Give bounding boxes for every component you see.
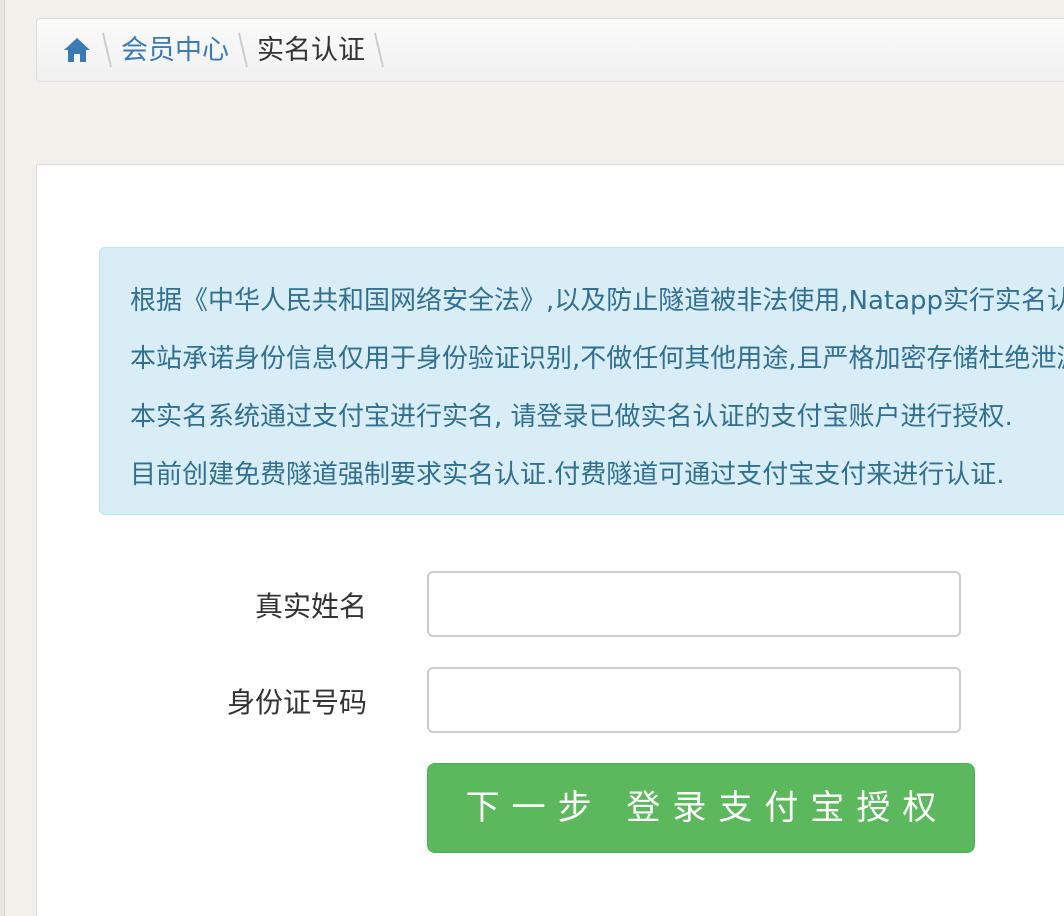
alert-line: 本实名系统通过支付宝进行实名, 请登录已做实名认证的支付宝账户进行授权.: [130, 402, 1013, 432]
breadcrumb-real-name-auth: 实名认证: [257, 34, 365, 66]
real-name-label: 真实姓名: [254, 590, 367, 623]
alert-line: 本站承诺身份信息仅用于身份验证识别,不做任何其他用途,且严格加密存储杜绝泄漏风险…: [130, 344, 1064, 374]
alipay-auth-button[interactable]: 下一步 登录支付宝授权: [427, 763, 975, 853]
breadcrumb-member-center[interactable]: 会员中心: [121, 37, 229, 64]
id-number-input[interactable]: [427, 667, 961, 733]
alert-line: 根据《中华人民共和国网络安全法》,以及防止隧道被非法使用,Natapp实行实名认…: [130, 286, 1064, 316]
content-panel: 根据《中华人民共和国网络安全法》,以及防止隧道被非法使用,Natapp实行实名认…: [36, 164, 1064, 916]
home-icon[interactable]: [61, 34, 93, 66]
real-name-input[interactable]: [427, 571, 961, 637]
breadcrumb: 会员中心 实名认证: [36, 18, 1064, 82]
alert-line: 目前创建免费隧道强制要求实名认证.付费隧道可通过支付宝支付来进行认证.: [130, 460, 1005, 490]
window-edge: [0, 0, 5, 916]
breadcrumb-separator: [238, 32, 248, 68]
breadcrumb-separator: [374, 32, 384, 68]
breadcrumb-separator: [102, 32, 112, 68]
info-alert: 根据《中华人民共和国网络安全法》,以及防止隧道被非法使用,Natapp实行实名认…: [99, 247, 1064, 515]
id-number-label: 身份证号码: [226, 686, 367, 719]
